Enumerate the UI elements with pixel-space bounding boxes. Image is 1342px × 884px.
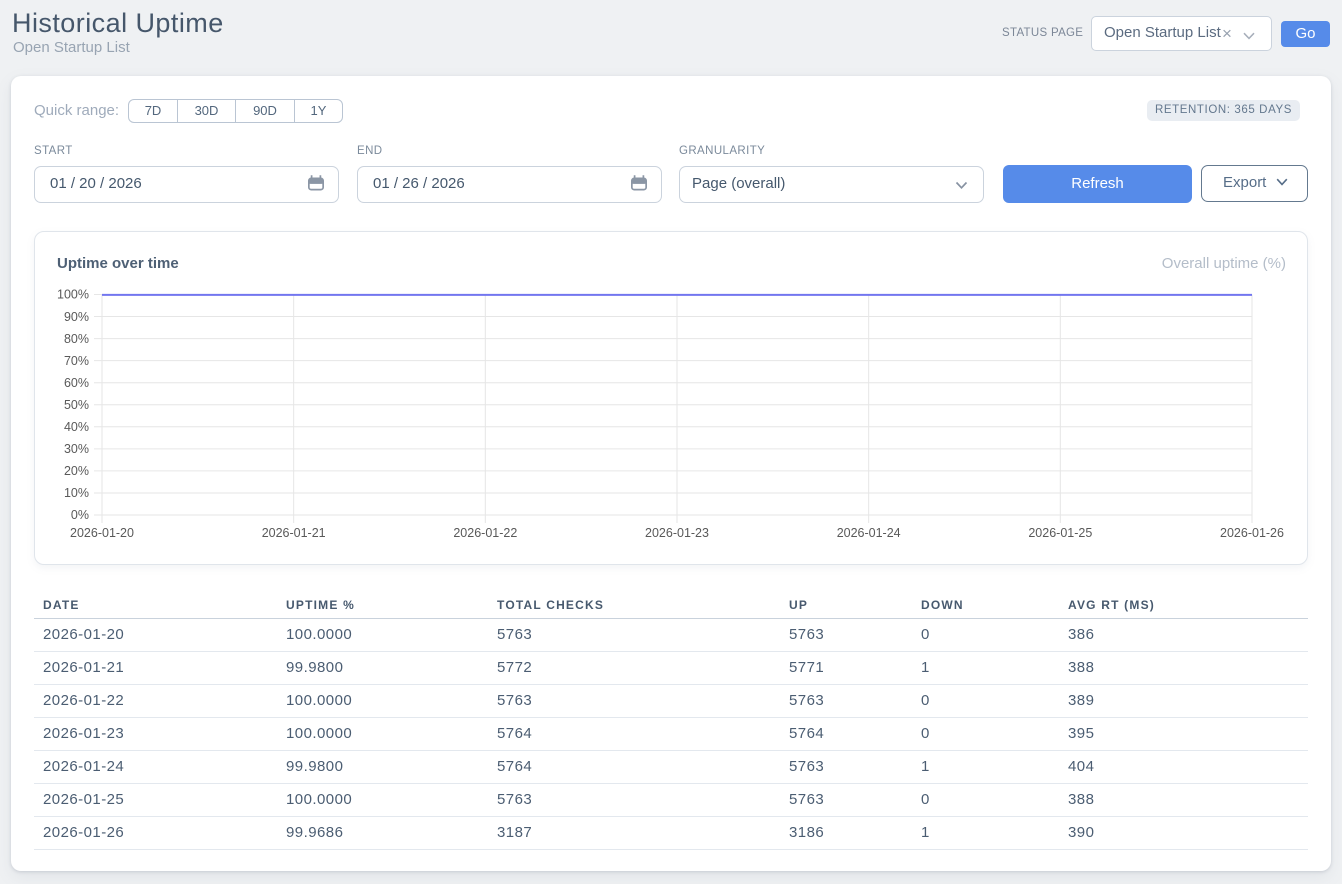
svg-text:80%: 80% — [64, 332, 89, 346]
svg-text:2026-01-22: 2026-01-22 — [453, 526, 517, 540]
svg-text:0%: 0% — [71, 508, 89, 522]
svg-text:70%: 70% — [64, 354, 89, 368]
svg-text:2026-01-20: 2026-01-20 — [70, 526, 134, 540]
svg-text:2026-01-25: 2026-01-25 — [1028, 526, 1092, 540]
svg-text:60%: 60% — [64, 376, 89, 390]
svg-text:20%: 20% — [64, 464, 89, 478]
svg-text:90%: 90% — [64, 310, 89, 324]
svg-text:2026-01-24: 2026-01-24 — [837, 526, 901, 540]
svg-text:2026-01-23: 2026-01-23 — [645, 526, 709, 540]
svg-text:10%: 10% — [64, 486, 89, 500]
svg-text:50%: 50% — [64, 398, 89, 412]
svg-text:30%: 30% — [64, 442, 89, 456]
svg-text:2026-01-21: 2026-01-21 — [262, 526, 326, 540]
svg-text:100%: 100% — [57, 288, 89, 302]
svg-text:2026-01-26: 2026-01-26 — [1220, 526, 1284, 540]
svg-text:40%: 40% — [64, 420, 89, 434]
